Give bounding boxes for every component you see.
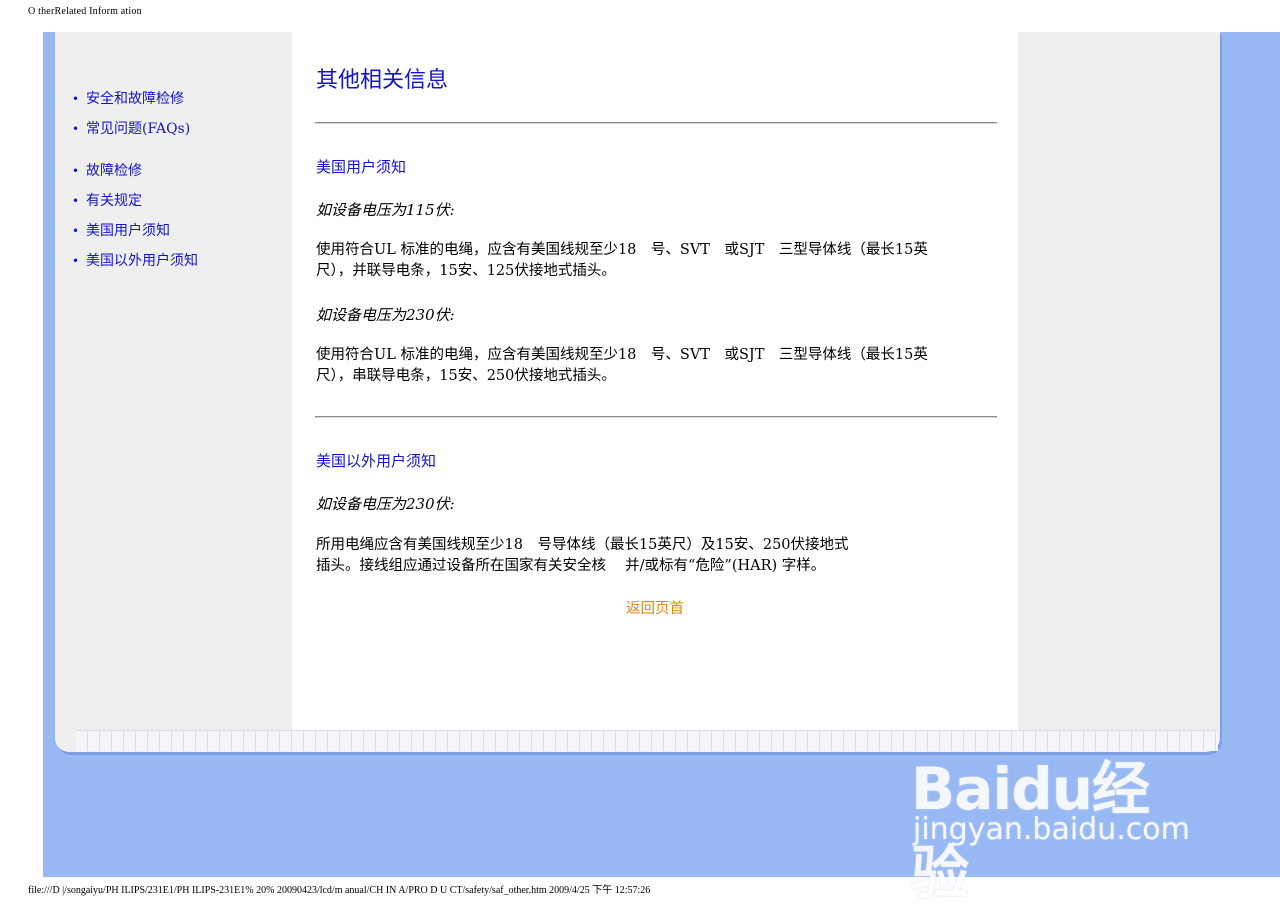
main-content: 其他相关信息 美国用户须知 如设备电压为115伏: 使用符合UL 标准的电绳，应… [292, 32, 1018, 730]
sidebar-item-regulations[interactable]: 有关规定 [72, 190, 198, 220]
sidebar-nav: 安全和故障检修 常见问题(FAQs) 故障检修 有关规定 美国用户须知 美国以外… [72, 88, 198, 280]
non-us-230v-text: 所用电绳应含有美国线规至少18 号导体线（最长15英尺）及15安、250伏接地式… [316, 535, 976, 577]
baidu-watermark: Baidu经验 jingyan.baidu.com [905, 712, 1205, 907]
watermark-url: jingyan.baidu.com [913, 812, 1190, 847]
us-115v-text-line2: 尺），并联导电条，15安、125伏接地式插头。 [316, 263, 616, 279]
us-230v-label: 如设备电压为230伏: [316, 306, 455, 324]
back-to-top-link[interactable]: 返回页首 [626, 597, 684, 618]
sidebar-item-non-us-notice[interactable]: 美国以外用户须知 [72, 250, 198, 280]
page-title: 其他相关信息 [316, 68, 449, 93]
sidebar-item-faqs[interactable]: 常见问题(FAQs) [72, 118, 198, 148]
non-us-text-line2: 插头。接线组应通过设备所在国家有关安全核 并/或标有“危险”(HAR) 字样。 [316, 558, 826, 574]
sidebar-item-safety-troubleshooting[interactable]: 安全和故障检修 [72, 88, 198, 118]
us-notice-heading: 美国用户须知 [316, 158, 407, 176]
right-panel [1018, 32, 1216, 730]
us-115v-label: 如设备电压为115伏: [316, 201, 455, 219]
divider [315, 416, 997, 418]
divider [315, 122, 997, 124]
non-us-230v-label: 如设备电压为230伏: [316, 495, 455, 513]
print-header: O therRelated Inform ation [28, 6, 142, 17]
print-footer: file:///D |/songaiyu/PH ILIPS/231E1/PH I… [28, 885, 651, 896]
us-115v-text: 使用符合UL 标准的电绳，应含有美国线规至少18 号、SVT 或SJT 三型导体… [316, 240, 976, 282]
non-us-text-line1: 所用电绳应含有美国线规至少18 号导体线（最长15英尺）及15安、250伏接地式 [316, 537, 849, 553]
us-230v-text: 使用符合UL 标准的电绳，应含有美国线规至少18 号、SVT 或SJT 三型导体… [316, 345, 976, 387]
us-115v-text-line1: 使用符合UL 标准的电绳，应含有美国线规至少18 号、SVT 或SJT 三型导体… [316, 242, 928, 258]
sidebar: 安全和故障检修 常见问题(FAQs) 故障检修 有关规定 美国用户须知 美国以外… [56, 32, 292, 730]
sidebar-item-us-notice[interactable]: 美国用户须知 [72, 220, 198, 250]
non-us-notice-heading: 美国以外用户须知 [316, 452, 437, 470]
us-230v-text-line1: 使用符合UL 标准的电绳，应含有美国线规至少18 号、SVT 或SJT 三型导体… [316, 347, 928, 363]
us-230v-text-line2: 尺），串联导电条，15安、250伏接地式插头。 [316, 368, 616, 384]
sidebar-item-troubleshooting[interactable]: 故障检修 [72, 160, 198, 190]
